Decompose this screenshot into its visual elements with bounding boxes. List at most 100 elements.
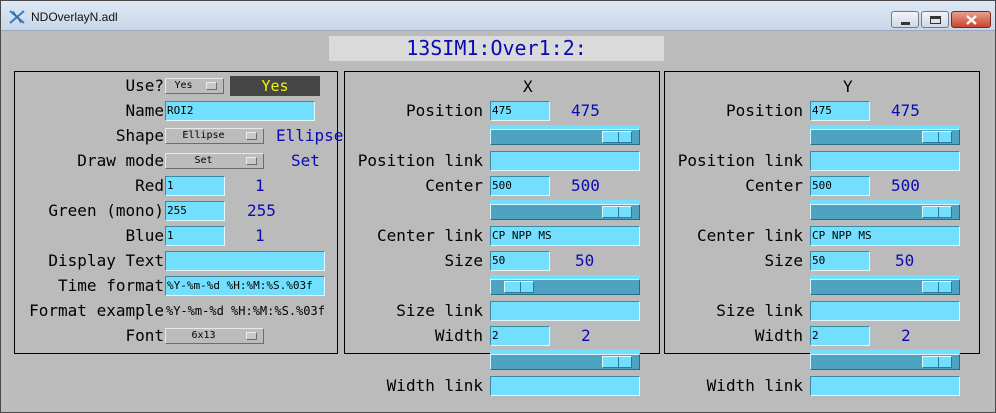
y-width-link-label: Width link [706,376,803,395]
dropdown-icon [246,132,257,140]
y-position-readback: 475 [891,101,920,120]
y-center-readback: 500 [891,176,920,195]
dropdown-icon [246,332,257,340]
x-center-label: Center [425,176,483,195]
y-size-readback: 50 [895,251,915,270]
y-position-link-field[interactable] [810,151,960,171]
slider-thumb-notch [938,282,939,292]
y-header: Y [843,77,853,96]
x-center-link-label: Center link [377,226,483,245]
red-field[interactable]: 1 [165,176,225,196]
y-width-label: Width [754,326,803,345]
y-center-slider[interactable] [810,200,960,220]
y-width-slider[interactable] [810,350,960,370]
x-width-link-field[interactable] [490,376,640,396]
font-menu[interactable]: 6x13 [165,328,264,344]
display-text-field[interactable] [165,251,325,271]
y-panel: Y Position 475 475 Position link Center … [664,71,980,396]
slider-thumb[interactable] [922,281,952,293]
y-width-readback: 2 [901,326,911,345]
minimize-icon [901,22,910,25]
time-format-field[interactable]: %Y-%m-%d %H:%M:%S.%03f [165,276,325,296]
slider-thumb-notch [938,207,939,217]
green-field[interactable]: 255 [165,201,225,221]
y-width-link-field[interactable] [810,376,960,396]
x-size-link-field[interactable] [490,301,640,321]
slider-thumb[interactable] [602,356,632,368]
name-label: Name [125,101,164,120]
x-position-field[interactable]: 475 [490,101,550,121]
blue-readback: 1 [255,226,265,245]
x-size-link-label: Size link [396,301,483,320]
x-header: X [523,77,533,96]
x-position-label: Position [405,101,483,120]
format-example-label: Format example [29,301,164,320]
y-position-link-label: Position link [677,151,803,170]
format-example-value: %Y-%m-%d %H:%M:%S.%03f [166,304,325,318]
y-size-field[interactable]: 50 [810,251,870,271]
y-center-link-field[interactable]: CP NPP MS [810,226,960,246]
x-center-link-field[interactable]: CP NPP MS [490,226,640,246]
slider-track-highlight [810,275,960,279]
name-field[interactable]: ROI2 [165,101,315,121]
slider-thumb[interactable] [922,131,952,143]
slider-track-highlight [810,350,960,354]
x-center-field[interactable]: 500 [490,176,550,196]
y-size-slider[interactable] [810,275,960,295]
slider-thumb-notch [618,207,619,217]
use-readback: Yes [230,76,320,96]
slider-thumb[interactable] [504,281,534,293]
y-center-link-label: Center link [697,226,803,245]
draw-mode-readback: Set [291,151,320,170]
draw-mode-menu[interactable]: Set [165,153,264,169]
y-size-link-label: Size link [716,301,803,320]
red-readback: 1 [255,176,265,195]
minimize-button[interactable] [891,11,919,28]
dropdown-icon [206,82,217,90]
use-label: Use? [125,76,164,95]
blue-field[interactable]: 1 [165,226,225,246]
x-size-field[interactable]: 50 [490,251,550,271]
window-title: NDOverlayN.adl [31,10,118,24]
slider-track-highlight [490,125,640,129]
y-size-link-field[interactable] [810,301,960,321]
slider-thumb-notch [520,282,521,292]
slider-track-highlight [490,200,640,204]
shape-menu[interactable]: Ellipse [165,128,264,144]
close-button[interactable] [951,11,991,28]
shape-readback: Ellipse [276,126,344,145]
green-label: Green (mono) [48,201,164,220]
x-size-readback: 50 [575,251,595,270]
y-width-field[interactable]: 2 [810,326,870,346]
blue-label: Blue [125,226,164,245]
use-menu[interactable]: Yes [165,78,224,94]
slider-thumb[interactable] [602,131,632,143]
y-center-field[interactable]: 500 [810,176,870,196]
y-size-label: Size [764,251,803,270]
x-width-readback: 2 [581,326,591,345]
x-position-link-field[interactable] [490,151,640,171]
green-readback: 255 [247,201,276,220]
title-bar: NDOverlayN.adl [1,1,995,31]
y-position-label: Position [725,101,803,120]
x-width-field[interactable]: 2 [490,326,550,346]
x-center-slider[interactable] [490,200,640,220]
maximize-button[interactable] [921,11,949,28]
close-icon [966,15,977,25]
slider-thumb[interactable] [922,356,952,368]
app-window: NDOverlayN.adl 13SIM1:Over1:2: Use? Yes … [0,0,996,413]
x-position-slider[interactable] [490,125,640,145]
slider-thumb[interactable] [922,206,952,218]
slider-track-highlight [490,275,640,279]
draw-mode-label: Draw mode [77,151,164,170]
red-label: Red [135,176,164,195]
x-width-slider[interactable] [490,350,640,370]
y-position-field[interactable]: 475 [810,101,870,121]
x-size-slider[interactable] [490,275,640,295]
slider-thumb-notch [938,132,939,142]
y-position-slider[interactable] [810,125,960,145]
display-text-label: Display Text [48,251,164,270]
slider-thumb[interactable] [602,206,632,218]
x-position-readback: 475 [571,101,600,120]
slider-thumb-notch [618,357,619,367]
